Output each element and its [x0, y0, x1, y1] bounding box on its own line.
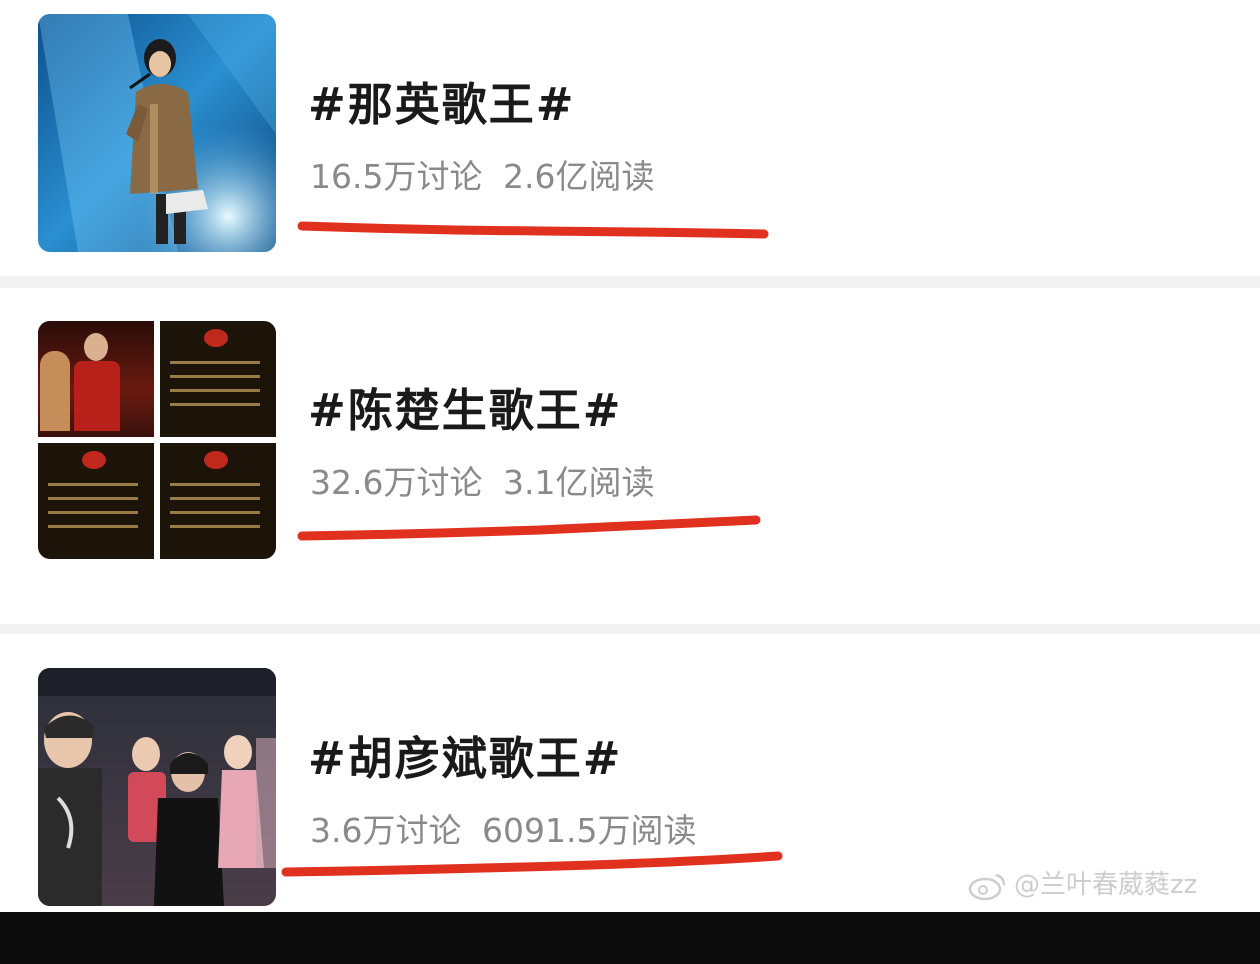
red-underline-annotation: [297, 221, 769, 239]
weibo-icon: [968, 873, 1006, 900]
topic-card-2[interactable]: #陈楚生歌王# 32.6万讨论 3.1亿阅读: [0, 288, 1260, 624]
card-divider: [0, 624, 1260, 634]
weibo-watermark: @兰叶春葳蕤zz: [968, 870, 1197, 900]
topic-card-1[interactable]: #那英歌王# 16.5万讨论 2.6亿阅读: [0, 0, 1260, 276]
card-divider: [0, 276, 1260, 288]
watermark-text: @兰叶春葳蕤zz: [1014, 870, 1198, 900]
bottom-black-bar: [0, 912, 1260, 964]
red-underline-annotation: [297, 515, 761, 541]
